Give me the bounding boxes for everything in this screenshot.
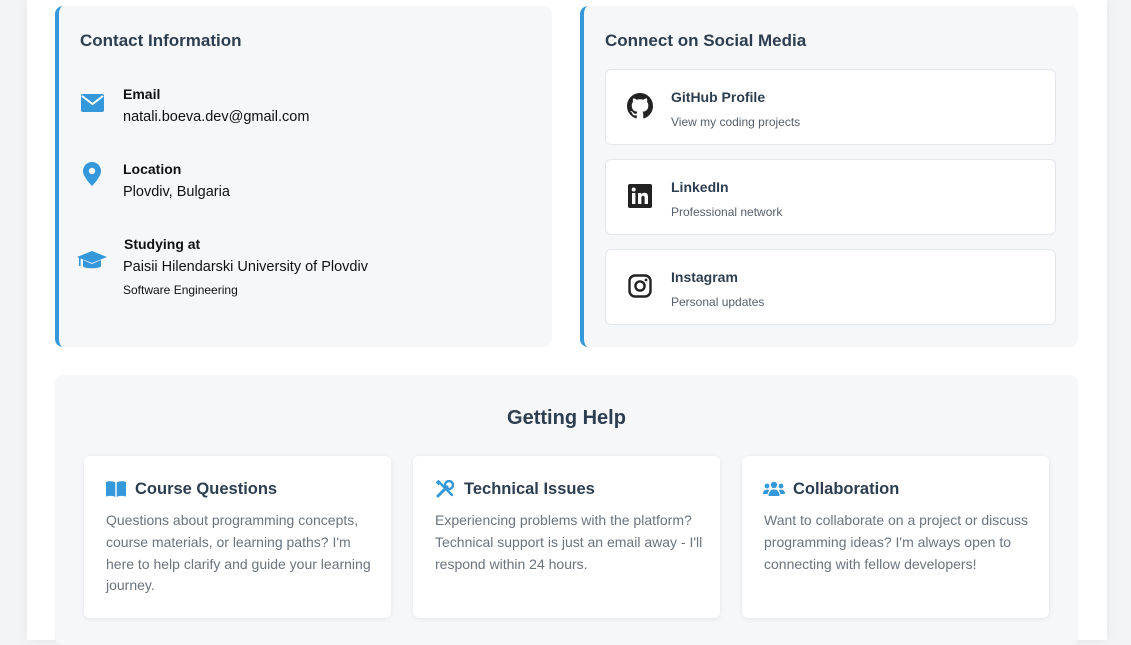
social-media-title: Connect on Social Media bbox=[605, 31, 807, 50]
help-card-technical-issues: Technical Issues Experiencing problems w… bbox=[413, 456, 720, 618]
linkedin-link-name: LinkedIn bbox=[671, 179, 729, 195]
getting-help-section: Getting Help Course Questions Questions … bbox=[55, 375, 1078, 645]
github-icon bbox=[626, 92, 654, 120]
program-value: Software Engineering bbox=[123, 283, 238, 297]
github-link-name: GitHub Profile bbox=[671, 89, 766, 105]
social-media-card: Connect on Social Media GitHub Profile V… bbox=[580, 6, 1078, 347]
location-label: Location bbox=[123, 161, 182, 177]
users-icon bbox=[763, 480, 785, 498]
instagram-icon bbox=[626, 272, 654, 300]
graduation-cap-icon bbox=[77, 249, 107, 275]
instagram-link[interactable]: Instagram Personal updates bbox=[605, 249, 1056, 325]
instagram-link-desc: Personal updates bbox=[671, 295, 765, 309]
course-questions-text: Questions about programming concepts, co… bbox=[106, 512, 371, 594]
university-value: Paisii Hilendarski University of Plovdiv bbox=[123, 259, 368, 275]
instagram-link-name: Instagram bbox=[671, 269, 738, 285]
email-label: Email bbox=[123, 86, 161, 102]
help-card-course-questions: Course Questions Questions about program… bbox=[84, 456, 391, 618]
collaboration-text: Want to collaborate on a project or disc… bbox=[764, 512, 1029, 572]
github-link-desc: View my coding projects bbox=[671, 115, 801, 129]
collaboration-title: Collaboration bbox=[793, 480, 900, 498]
linkedin-link-desc: Professional network bbox=[671, 205, 783, 219]
getting-help-title: Getting Help bbox=[507, 407, 626, 429]
studying-label: Studying at bbox=[124, 236, 201, 252]
location-value: Plovdiv, Bulgaria bbox=[123, 184, 230, 200]
linkedin-icon bbox=[626, 182, 654, 210]
linkedin-link[interactable]: LinkedIn Professional network bbox=[605, 159, 1056, 235]
book-icon bbox=[105, 480, 127, 498]
help-card-collaboration: Collaboration Want to collaborate on a p… bbox=[742, 456, 1049, 618]
envelope-icon bbox=[79, 90, 105, 116]
contact-information-title: Contact Information bbox=[80, 31, 242, 50]
github-link[interactable]: GitHub Profile View my coding projects bbox=[605, 69, 1056, 145]
map-pin-icon bbox=[79, 161, 105, 187]
technical-issues-text: Experiencing problems with the platform?… bbox=[435, 512, 703, 572]
technical-issues-title: Technical Issues bbox=[464, 480, 595, 498]
course-questions-title: Course Questions bbox=[135, 480, 278, 498]
contact-information-card: Contact Information Email natali.boeva.d… bbox=[55, 6, 552, 347]
page: Contact Information Email natali.boeva.d… bbox=[27, 0, 1107, 645]
email-value[interactable]: natali.boeva.dev@gmail.com bbox=[123, 109, 309, 125]
tools-icon bbox=[434, 480, 456, 498]
